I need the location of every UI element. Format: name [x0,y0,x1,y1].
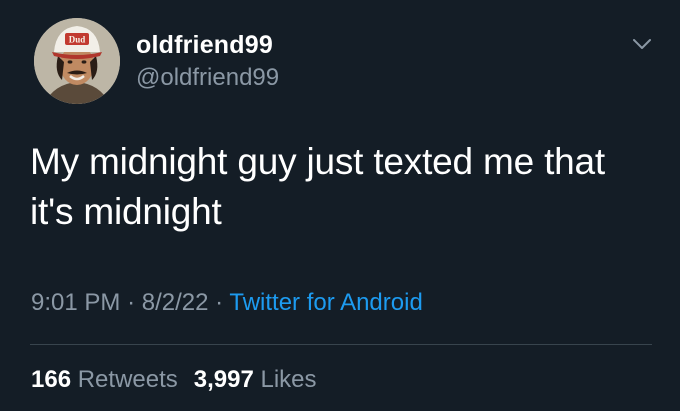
likes-label: Likes [260,366,317,393]
tweet-time[interactable]: 9:01 PM [31,289,120,316]
retweets-label: Retweets [77,366,178,393]
tweet-text: My midnight guy just texted me that it's… [30,141,605,232]
tweet-stats: 166 Retweets 3,997 Likes [31,364,317,396]
avatar[interactable]: Dud [34,18,120,104]
tweet-card: Dud oldfriend99 @oldfriend99 My midnight… [0,0,680,411]
tweet-meta: 9:01 PM · 8/2/22 · Twitter for Android [31,287,423,319]
likes-count: 3,997 [193,366,254,393]
tweet-header: Dud oldfriend99 @oldfriend99 [34,18,654,108]
likes-stat[interactable]: 3,997 Likes [194,366,317,393]
author-names: oldfriend99 @oldfriend99 [136,30,279,94]
meta-separator: · [127,289,136,316]
retweets-count: 166 [31,366,72,393]
handle[interactable]: @oldfriend99 [136,62,279,94]
retweets-stat[interactable]: 166 Retweets [31,366,178,393]
svg-text:Dud: Dud [69,35,86,45]
avatar-image: Dud [34,18,120,104]
tweet-date[interactable]: 8/2/22 [142,289,209,316]
meta-separator: · [215,289,224,316]
chevron-down-icon[interactable] [630,32,654,56]
display-name[interactable]: oldfriend99 [136,30,279,60]
divider [30,344,652,345]
tweet-source-link[interactable]: Twitter for Android [229,289,422,316]
